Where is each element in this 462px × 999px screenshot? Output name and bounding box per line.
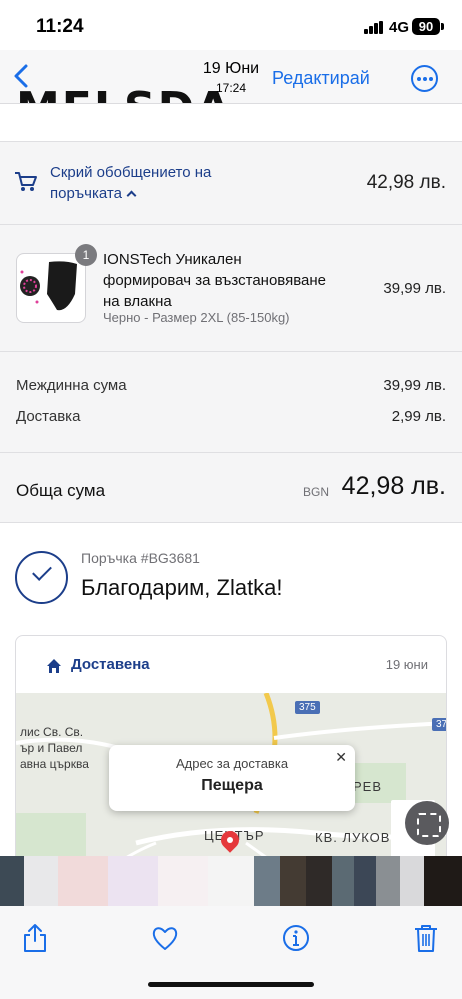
battery-icon: 90 (412, 18, 440, 35)
product-image (20, 261, 77, 311)
email-content[interactable]: Скрий обобщението на поръчката 42,98 лв.… (0, 104, 462, 856)
shipping-label: Доставка (16, 408, 81, 425)
heart-icon[interactable] (151, 923, 179, 953)
cart-icon (15, 172, 37, 191)
product-thumbnail: 1 (16, 244, 97, 323)
photo-thumbnail[interactable] (376, 856, 400, 906)
subtotal-value: 39,99 лв. (383, 377, 446, 394)
nav-bar: MELSDA 19 Юни 17:24 Редактирай (0, 50, 462, 104)
photo-thumbnail[interactable] (158, 856, 208, 906)
info-icon[interactable] (282, 923, 310, 953)
road-number: 375 (295, 701, 320, 714)
divider (0, 351, 462, 352)
subtotal-label: Междинна сума (16, 377, 127, 394)
thank-you-heading: Благодарим, Zlatka! (81, 575, 283, 600)
chevron-up-icon (126, 190, 137, 201)
status-time: 11:24 (36, 16, 84, 37)
popup-title: Адрес за доставка (175, 756, 289, 771)
trash-icon[interactable] (412, 923, 440, 953)
popup-city: Пещера (201, 777, 263, 794)
check-circle-icon (15, 551, 68, 604)
photo-thumbnail[interactable] (208, 856, 254, 906)
delivery-status: Доставена (71, 656, 150, 673)
map-label: ър и Павел (20, 741, 83, 755)
more-icon[interactable] (411, 65, 438, 92)
delivery-date: 19 юни (385, 657, 428, 672)
share-icon[interactable] (21, 923, 49, 953)
summary-toggle-total: 42,98 лв. (366, 172, 446, 193)
photo-thumbnail[interactable] (108, 856, 158, 906)
product-name: IONSTech Уникален формировач за възстано… (103, 251, 327, 310)
status-bar: 11:24 4G 90 (0, 0, 462, 50)
map-district: РЕВ (353, 779, 383, 794)
product-variant: Черно - Размер 2XL (85-150kg) (103, 310, 290, 325)
message-date: 19 Юни (202, 60, 260, 77)
home-icon (47, 659, 61, 673)
summary-toggle-button[interactable]: Скрий обобщението на поръчката (50, 162, 260, 204)
photo-thumbnail[interactable] (332, 856, 354, 906)
photo-thumbnail[interactable] (424, 856, 462, 906)
chevron-left-icon[interactable] (10, 62, 34, 90)
total-label: Обща сума (16, 481, 106, 500)
map-district: КВ. ЛУКОВ (315, 830, 391, 845)
photo-thumbnail[interactable] (354, 856, 376, 906)
photo-thumbnail[interactable] (254, 856, 280, 906)
close-icon[interactable]: ✕ (335, 749, 347, 766)
order-number: Поръчка #BG3681 (81, 550, 200, 566)
map-label: авна църква (20, 757, 89, 771)
delivery-card: Доставена 19 юни лис Св. Св. ър и Павел … (15, 635, 447, 856)
total-currency: BGN (303, 485, 330, 499)
map-label: лис Св. Св. (20, 725, 84, 739)
delivery-map[interactable]: лис Св. Св. ър и Павел авна църква 375 3… (16, 693, 446, 856)
road-number: 37 (432, 718, 446, 731)
total-value: 42,98 лв. (341, 472, 446, 500)
network-label: 4G (389, 19, 410, 36)
photo-thumbnail[interactable] (58, 856, 108, 906)
signal-icon (364, 21, 384, 34)
message-time: 17:24 (215, 81, 247, 95)
battery-tip (441, 23, 444, 30)
photo-thumbnail[interactable] (306, 856, 332, 906)
photo-thumbnail[interactable] (400, 856, 424, 906)
product-price: 39,99 лв. (383, 280, 446, 297)
shipping-value: 2,99 лв. (391, 408, 446, 425)
quantity-badge: 1 (75, 244, 97, 266)
photo-thumbnail[interactable] (0, 856, 24, 906)
scan-text-icon[interactable] (405, 801, 449, 845)
home-indicator (148, 982, 314, 987)
address-popup: Адрес за доставка Пещера ✕ (109, 745, 355, 811)
photo-thumbnail[interactable] (280, 856, 306, 906)
photo-strip[interactable] (0, 856, 462, 906)
divider (0, 224, 462, 225)
photo-thumbnail[interactable] (24, 856, 58, 906)
divider (0, 452, 462, 453)
edit-button[interactable]: Редактирай (272, 68, 370, 89)
